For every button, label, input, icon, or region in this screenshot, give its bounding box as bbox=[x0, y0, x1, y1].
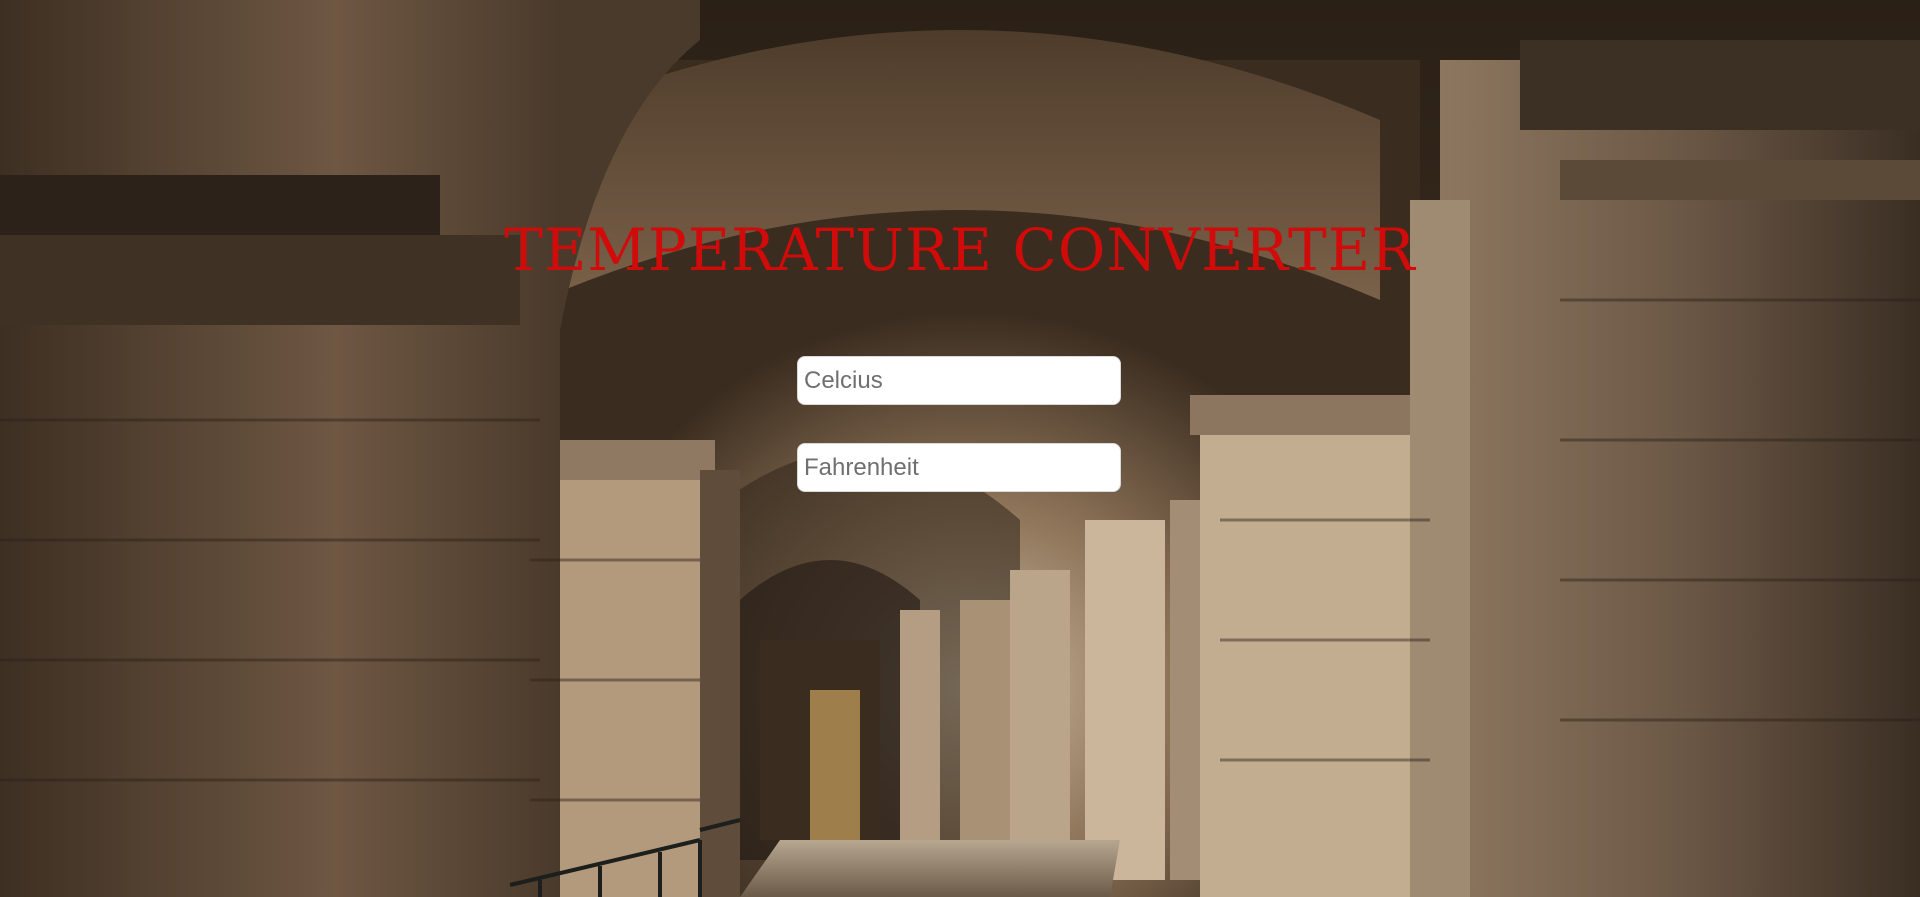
celsius-input[interactable] bbox=[797, 356, 1121, 405]
page-title: TEMPERATURE CONVERTER bbox=[504, 216, 1416, 284]
converter-page: TEMPERATURE CONVERTER bbox=[0, 0, 1920, 897]
fahrenheit-input[interactable] bbox=[797, 443, 1121, 492]
